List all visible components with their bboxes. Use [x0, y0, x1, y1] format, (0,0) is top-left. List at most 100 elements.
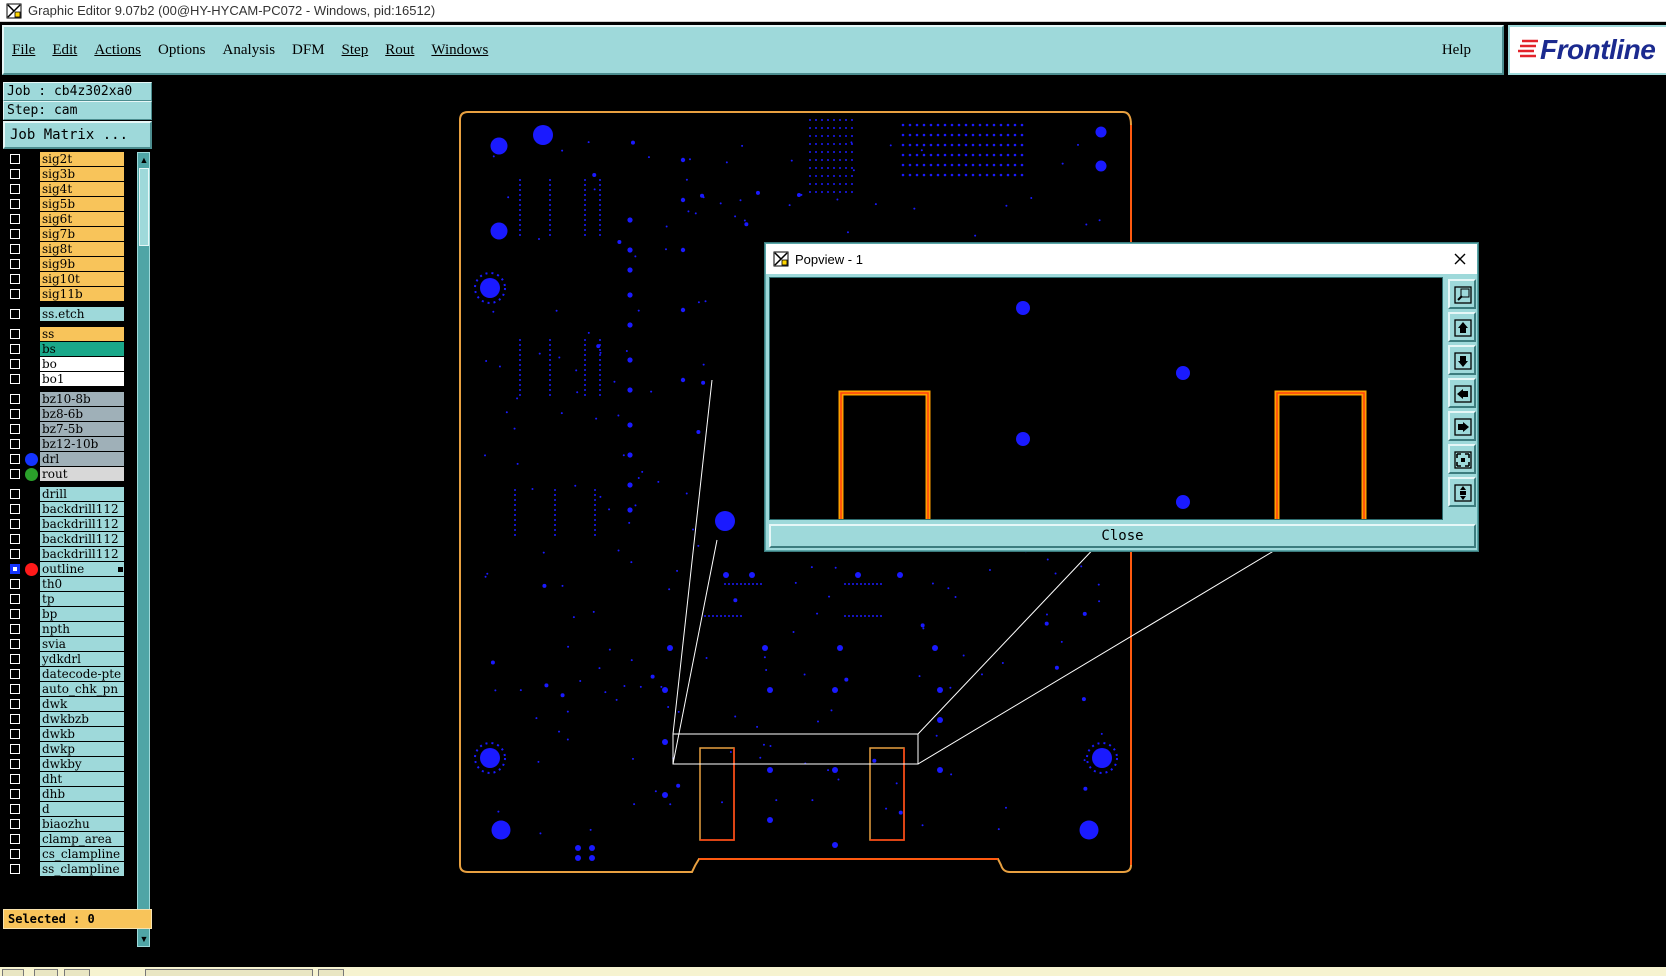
layer-name[interactable]: sig9b	[40, 257, 124, 271]
layer-scrollbar[interactable]: ▲ ▼	[137, 152, 150, 947]
layer-checkbox[interactable]	[10, 274, 20, 284]
popview-close-button[interactable]: Close	[769, 524, 1476, 548]
layer-name[interactable]: bz8-6b	[40, 407, 124, 421]
layer-row-svia[interactable]: svia	[3, 637, 125, 651]
layer-name[interactable]: svia	[40, 637, 124, 651]
status-box[interactable]	[2, 969, 24, 976]
layer-checkbox[interactable]	[10, 669, 20, 679]
zoom-window-icon[interactable]	[1448, 279, 1476, 309]
layer-row-bz12-10b[interactable]: bz12-10b	[3, 437, 125, 451]
layer-checkbox[interactable]	[10, 199, 20, 209]
menu-dfm[interactable]: DFM	[292, 42, 325, 59]
layer-row-tp[interactable]: tp	[3, 592, 125, 606]
layer-checkbox[interactable]	[10, 804, 20, 814]
menu-actions[interactable]: Actions	[94, 42, 141, 59]
layer-name[interactable]: rout	[40, 467, 124, 481]
layer-row-bz10-8b[interactable]: bz10-8b	[3, 392, 125, 406]
layer-checkbox[interactable]	[10, 729, 20, 739]
menu-options[interactable]: Options	[158, 42, 206, 59]
layer-checkbox[interactable]	[10, 329, 20, 339]
layer-checkbox[interactable]	[10, 834, 20, 844]
layer-checkbox[interactable]	[10, 639, 20, 649]
layer-checkbox[interactable]	[10, 259, 20, 269]
layer-name[interactable]: bs	[40, 342, 124, 356]
layer-row-ss.etch[interactable]: ss.etch	[3, 307, 125, 321]
layer-row-bz8-6b[interactable]: bz8-6b	[3, 407, 125, 421]
job-matrix-button[interactable]: Job Matrix ...	[3, 121, 152, 149]
layer-row-cs_clampline[interactable]: cs_clampline	[3, 847, 125, 861]
layer-name[interactable]: ss	[40, 327, 124, 341]
layer-name[interactable]: tp	[40, 592, 124, 606]
layer-name[interactable]: ydkdrl	[40, 652, 124, 666]
layer-name[interactable]: sig4t	[40, 182, 124, 196]
layer-row-drill[interactable]: drill	[3, 487, 125, 501]
layer-name[interactable]: bz12-10b	[40, 437, 124, 451]
layer-checkbox[interactable]	[10, 309, 20, 319]
layer-row-sig5b[interactable]: sig5b	[3, 197, 125, 211]
layer-name[interactable]: ss_clampline	[40, 862, 124, 876]
menu-edit[interactable]: Edit	[52, 42, 77, 59]
layer-checkbox[interactable]	[10, 489, 20, 499]
status-box[interactable]	[34, 969, 58, 976]
layer-row-clamp_area[interactable]: clamp_area	[3, 832, 125, 846]
layer-checkbox[interactable]	[10, 714, 20, 724]
layer-checkbox[interactable]	[10, 169, 20, 179]
layer-checkbox[interactable]	[10, 534, 20, 544]
layer-checkbox[interactable]	[10, 684, 20, 694]
status-box[interactable]	[64, 969, 90, 976]
layer-name[interactable]: outline	[40, 562, 124, 576]
pan-left-icon[interactable]	[1448, 378, 1476, 408]
layer-row-dht[interactable]: dht	[3, 772, 125, 786]
layer-checkbox[interactable]	[10, 359, 20, 369]
layer-checkbox[interactable]	[10, 624, 20, 634]
layer-name[interactable]: th0	[40, 577, 124, 591]
layer-name[interactable]: dwkby	[40, 757, 124, 771]
layer-name[interactable]: dht	[40, 772, 124, 786]
layer-checkbox[interactable]	[10, 609, 20, 619]
pan-right-icon[interactable]	[1448, 411, 1476, 441]
layer-name[interactable]: sig11b	[40, 287, 124, 301]
layer-name[interactable]: ss.etch	[40, 307, 124, 321]
layer-name[interactable]: drl	[40, 452, 124, 466]
status-box[interactable]	[318, 969, 344, 976]
layer-row-sig7b[interactable]: sig7b	[3, 227, 125, 241]
menu-file[interactable]: File	[12, 42, 35, 59]
layer-row-npth[interactable]: npth	[3, 622, 125, 636]
layer-row-d[interactable]: d	[3, 802, 125, 816]
layer-checkbox[interactable]	[10, 549, 20, 559]
layer-checkbox[interactable]	[10, 864, 20, 874]
menu-help[interactable]: Help	[1442, 42, 1471, 59]
layer-row-rout[interactable]: rout	[3, 467, 125, 481]
popview-canvas[interactable]	[769, 277, 1443, 520]
layer-name[interactable]: auto_chk_pn	[40, 682, 124, 696]
layer-name[interactable]: dwk	[40, 697, 124, 711]
layer-name[interactable]: backdrill112	[40, 532, 124, 546]
layer-row-sig3b[interactable]: sig3b	[3, 167, 125, 181]
layer-name[interactable]: dwkp	[40, 742, 124, 756]
layer-row-datecode-pte[interactable]: datecode-pte	[3, 667, 125, 681]
layer-row-dwkb[interactable]: dwkb	[3, 727, 125, 741]
layer-checkbox[interactable]	[10, 579, 20, 589]
zoom-center-icon[interactable]	[1448, 477, 1476, 507]
graphic-canvas[interactable]: Popview - 1 Close	[155, 80, 1666, 967]
layer-row-sig11b[interactable]: sig11b	[3, 287, 125, 301]
layer-row-drl[interactable]: drl	[3, 452, 125, 466]
layer-name[interactable]: sig8t	[40, 242, 124, 256]
layer-checkbox[interactable]	[10, 289, 20, 299]
layer-row-auto_chk_pn[interactable]: auto_chk_pn	[3, 682, 125, 696]
layer-checkbox[interactable]	[10, 409, 20, 419]
layer-checkbox[interactable]	[10, 654, 20, 664]
pan-down-icon[interactable]	[1448, 345, 1476, 375]
layer-checkbox[interactable]	[10, 519, 20, 529]
layer-name[interactable]: sig3b	[40, 167, 124, 181]
layer-name[interactable]: bp	[40, 607, 124, 621]
layer-checkbox[interactable]	[10, 774, 20, 784]
layer-checkbox[interactable]	[10, 344, 20, 354]
layer-checkbox[interactable]	[10, 374, 20, 384]
layer-name[interactable]: dwkbzb	[40, 712, 124, 726]
layer-checkbox[interactable]	[10, 789, 20, 799]
scroll-down-icon[interactable]: ▼	[139, 933, 149, 945]
layer-row-th0[interactable]: th0	[3, 577, 125, 591]
layer-checkbox[interactable]	[10, 214, 20, 224]
layer-row-bs[interactable]: bs	[3, 342, 125, 356]
